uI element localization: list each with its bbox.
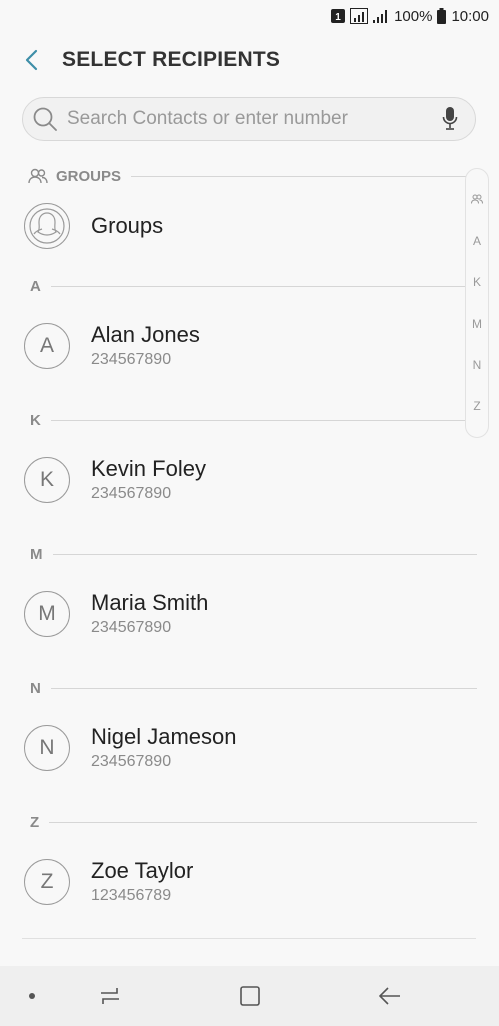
mic-icon	[442, 107, 458, 130]
contact-row-nigel-jameson[interactable]: N Nigel Jameson 234567890	[0, 715, 462, 781]
section-divider	[50, 285, 477, 287]
list-end-divider	[22, 938, 476, 939]
section-divider	[50, 687, 477, 689]
index-letter-m[interactable]: M	[472, 317, 482, 331]
index-letter-n[interactable]: N	[473, 358, 482, 372]
section-label: GROUPS	[56, 167, 122, 185]
contact-text: Kevin Foley 234567890	[91, 456, 206, 504]
index-groups-icon[interactable]	[471, 193, 483, 207]
back-arrow-icon	[379, 987, 400, 1005]
section-divider	[131, 175, 477, 177]
section-label: Z	[30, 813, 40, 831]
back-button[interactable]	[0, 38, 62, 82]
contact-row-alan-jones[interactable]: A Alan Jones 234567890	[0, 313, 462, 379]
app-header: SELECT RECIPIENTS	[0, 38, 499, 82]
contact-number: 234567890	[91, 485, 172, 502]
contact-number: 234567890	[91, 619, 172, 636]
groups-avatar-icon	[24, 203, 70, 249]
dot-icon	[29, 993, 35, 999]
contact-avatar: Z	[24, 859, 70, 905]
section-header-groups: GROUPS	[0, 160, 477, 192]
sim-label: 1	[335, 12, 341, 23]
signal-strength-icon	[373, 9, 389, 23]
contact-name: Zoe Taylor	[91, 858, 194, 883]
sim-icon: 1	[331, 9, 346, 23]
status-bar: 1 100% 10:00	[0, 0, 499, 32]
section-divider	[49, 821, 477, 823]
contact-avatar: M	[24, 591, 70, 637]
search-bar[interactable]	[22, 97, 476, 141]
contact-row-zoe-taylor[interactable]: Z Zoe Taylor 123456789	[0, 849, 462, 915]
index-letter-a[interactable]: A	[473, 234, 481, 248]
groups-item[interactable]: Groups	[0, 193, 462, 259]
mic-button[interactable]	[425, 97, 475, 141]
contact-number: 234567890	[91, 351, 172, 368]
contact-avatar: N	[24, 725, 70, 771]
section-header-k: K	[0, 404, 477, 436]
groups-item-label: Groups	[91, 213, 164, 238]
section-header-a: A	[0, 270, 477, 302]
contact-text: Nigel Jameson 234567890	[91, 724, 237, 772]
section-header-m: M	[0, 538, 477, 570]
section-label: A	[30, 277, 41, 295]
clock: 10:00	[451, 7, 489, 25]
contact-name: Kevin Foley	[91, 456, 206, 481]
search-input[interactable]	[67, 99, 425, 139]
search-icon	[23, 97, 67, 141]
contact-name: Maria Smith	[91, 590, 209, 615]
battery-icon	[437, 8, 447, 24]
nav-back-button[interactable]	[360, 966, 420, 1026]
contact-row-kevin-foley[interactable]: K Kevin Foley 234567890	[0, 447, 462, 513]
battery-percent: 100%	[394, 7, 433, 25]
section-header-n: N	[0, 672, 477, 704]
contact-avatar: K	[24, 457, 70, 503]
signal-box-icon	[350, 8, 369, 24]
recents-icon	[101, 988, 119, 1004]
contact-text: Alan Jones 234567890	[91, 322, 200, 370]
section-label: K	[30, 411, 41, 429]
groups-item-text: Groups	[91, 213, 163, 239]
recents-button[interactable]	[80, 966, 140, 1026]
chevron-left-icon	[25, 49, 38, 71]
contact-name: Nigel Jameson	[91, 724, 237, 749]
section-label: M	[30, 545, 43, 563]
nav-dot-button[interactable]	[2, 966, 62, 1026]
contact-row-maria-smith[interactable]: M Maria Smith 234567890	[0, 581, 462, 647]
navigation-bar	[0, 966, 499, 1026]
index-letter-k[interactable]: K	[473, 275, 481, 289]
index-letter-z[interactable]: Z	[473, 399, 480, 413]
screen: 1 100% 10:00 SELECT RECIPIENTS Search Co…	[0, 0, 499, 1026]
groups-icon	[28, 168, 48, 184]
contact-number: 123456789	[91, 887, 172, 904]
section-header-z: Z	[0, 806, 477, 838]
contact-name: Alan Jones	[91, 322, 200, 347]
section-divider	[50, 419, 477, 421]
section-label: N	[30, 679, 41, 697]
contact-avatar: A	[24, 323, 70, 369]
contact-number: 234567890	[91, 753, 172, 770]
contact-text: Maria Smith 234567890	[91, 590, 208, 638]
index-scroller[interactable]: A K M N Z	[465, 168, 489, 438]
section-divider	[52, 553, 477, 555]
page-title: SELECT RECIPIENTS	[62, 48, 281, 71]
contact-text: Zoe Taylor 123456789	[91, 858, 193, 906]
home-button[interactable]	[220, 966, 280, 1026]
home-icon	[240, 986, 260, 1006]
